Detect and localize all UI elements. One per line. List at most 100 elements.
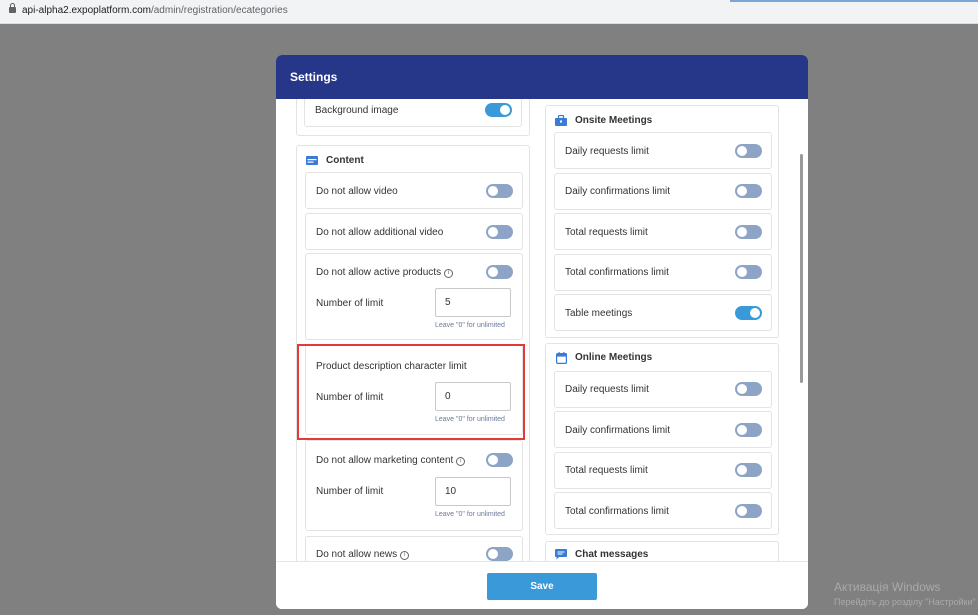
do-not-allow-additional-video-label: Do not allow additional video xyxy=(316,227,444,238)
do-not-allow-marketing-toggle[interactable] xyxy=(486,453,513,467)
toggle-knob xyxy=(737,227,747,237)
briefcase-icon xyxy=(555,115,567,126)
toggle-knob xyxy=(488,549,498,559)
onsite-total-requests-label: Total requests limit xyxy=(565,227,648,238)
modal-header: Settings xyxy=(276,55,808,99)
card-online-total-requests: Total requests limit xyxy=(554,452,772,489)
group-online-meetings: Online Meetings Daily requests limit Dai… xyxy=(545,343,779,535)
table-meetings-label: Table meetings xyxy=(565,308,633,319)
toggle-knob xyxy=(737,146,747,156)
active-products-limit-label: Number of limit xyxy=(316,298,384,309)
onsite-daily-confirmations-label: Daily confirmations limit xyxy=(565,186,671,197)
lock-icon xyxy=(9,3,16,13)
marketing-text: Do not allow marketing content xyxy=(316,455,454,466)
do-not-allow-active-products-toggle[interactable] xyxy=(486,265,513,279)
group-onsite-meetings: Onsite Meetings Daily requests limit Dai… xyxy=(545,105,779,338)
onsite-total-confirmations-toggle[interactable] xyxy=(735,265,762,279)
do-not-allow-news-toggle[interactable] xyxy=(486,547,513,561)
toggle-knob xyxy=(737,384,747,394)
news-text: Do not allow news xyxy=(316,549,398,560)
online-total-confirmations-label: Total confirmations limit xyxy=(565,506,669,517)
browser-address-bar[interactable]: api-alpha2.expoplatform.com/admin/regist… xyxy=(0,0,978,24)
online-daily-confirmations-label: Daily confirmations limit xyxy=(565,425,671,436)
marketing-hint: Leave "0" for unlimited xyxy=(435,511,505,518)
online-daily-requests-toggle[interactable] xyxy=(735,382,762,396)
online-total-requests-label: Total requests limit xyxy=(565,465,648,476)
url-text[interactable]: api-alpha2.expoplatform.com/admin/regist… xyxy=(22,5,288,16)
card-do-not-allow-marketing: Do not allow marketing content i Number o… xyxy=(305,440,523,531)
toggle-knob xyxy=(488,186,498,196)
do-not-allow-video-label: Do not allow video xyxy=(316,186,398,197)
info-icon[interactable]: i xyxy=(444,269,454,278)
online-daily-confirmations-toggle[interactable] xyxy=(735,423,762,437)
content-icon xyxy=(306,156,318,165)
onsite-total-requests-toggle[interactable] xyxy=(735,225,762,239)
background-image-toggle[interactable] xyxy=(485,103,512,117)
toggle-knob xyxy=(737,506,747,516)
toggle-knob xyxy=(488,455,498,465)
toggle-knob xyxy=(750,308,760,318)
toggle-knob xyxy=(488,267,498,277)
toggle-knob xyxy=(737,267,747,277)
toggle-knob xyxy=(737,465,747,475)
card-do-not-allow-active-products: Do not allow active products i Number of … xyxy=(305,253,523,340)
chat-messages-title: Chat messages xyxy=(575,549,649,560)
onsite-daily-requests-toggle[interactable] xyxy=(735,144,762,158)
scrollbar-thumb[interactable] xyxy=(800,154,803,383)
info-icon[interactable]: i xyxy=(456,457,466,466)
save-button[interactable]: Save xyxy=(487,573,597,600)
active-products-limit-input[interactable]: 5 xyxy=(435,288,511,317)
url-domain: api-alpha2.expoplatform.com xyxy=(22,5,151,16)
online-daily-requests-label: Daily requests limit xyxy=(565,384,649,395)
marketing-limit-input[interactable]: 10 xyxy=(435,477,511,506)
card-onsite-daily-requests: Daily requests limit xyxy=(554,132,772,169)
card-online-daily-confirmations: Daily confirmations limit xyxy=(554,411,772,448)
online-meetings-title: Online Meetings xyxy=(575,352,653,363)
group-chat-messages: Chat messages xyxy=(545,541,779,561)
background-image-label: Background image xyxy=(315,105,399,116)
windows-activation-watermark: Активація Windows xyxy=(834,580,941,594)
onsite-total-confirmations-label: Total confirmations limit xyxy=(565,267,669,278)
chat-icon xyxy=(555,549,567,560)
toggle-knob xyxy=(488,227,498,237)
url-path: /admin/registration/ecategories xyxy=(150,5,288,16)
group-header-settings: Background image xyxy=(296,99,530,136)
settings-modal: Settings Background image Content Do not… xyxy=(276,55,808,609)
table-meetings-toggle[interactable] xyxy=(735,306,762,320)
card-online-total-confirmations: Total confirmations limit xyxy=(554,492,772,529)
online-total-requests-toggle[interactable] xyxy=(735,463,762,477)
windows-activation-subtext: Перейдіть до розділу "Настройки" xyxy=(834,597,976,607)
modal-footer: Save xyxy=(276,561,808,609)
modal-body[interactable]: Background image Content Do not allow vi… xyxy=(276,99,808,561)
calendar-icon xyxy=(556,352,567,364)
do-not-allow-active-products-label: Do not allow active products i xyxy=(316,267,454,278)
toggle-knob xyxy=(500,105,510,115)
content-title: Content xyxy=(326,155,364,166)
do-not-allow-marketing-label: Do not allow marketing content i xyxy=(316,455,466,466)
info-icon[interactable]: i xyxy=(400,551,410,560)
card-table-meetings: Table meetings xyxy=(554,294,772,331)
loading-bar xyxy=(730,0,978,2)
marketing-limit-label: Number of limit xyxy=(316,486,384,497)
active-products-text: Do not allow active products xyxy=(316,267,442,278)
onsite-daily-confirmations-toggle[interactable] xyxy=(735,184,762,198)
modal-title: Settings xyxy=(290,70,338,84)
card-do-not-allow-video: Do not allow video xyxy=(305,172,523,209)
card-background-image: Background image xyxy=(304,99,522,127)
card-do-not-allow-news: Do not allow news i xyxy=(305,536,523,561)
online-total-confirmations-toggle[interactable] xyxy=(735,504,762,518)
card-online-daily-requests: Daily requests limit xyxy=(554,371,772,408)
do-not-allow-video-toggle[interactable] xyxy=(486,184,513,198)
do-not-allow-additional-video-toggle[interactable] xyxy=(486,225,513,239)
toggle-knob xyxy=(737,425,747,435)
card-do-not-allow-additional-video: Do not allow additional video xyxy=(305,213,523,250)
onsite-daily-requests-label: Daily requests limit xyxy=(565,146,649,157)
card-onsite-total-confirmations: Total confirmations limit xyxy=(554,254,772,291)
do-not-allow-news-label: Do not allow news i xyxy=(316,549,410,560)
toggle-knob xyxy=(737,186,747,196)
onsite-meetings-title: Onsite Meetings xyxy=(575,115,653,126)
highlight-box xyxy=(297,344,525,440)
card-onsite-daily-confirmations: Daily confirmations limit xyxy=(554,173,772,210)
card-onsite-total-requests: Total requests limit xyxy=(554,213,772,250)
active-products-hint: Leave "0" for unlimited xyxy=(435,322,505,329)
